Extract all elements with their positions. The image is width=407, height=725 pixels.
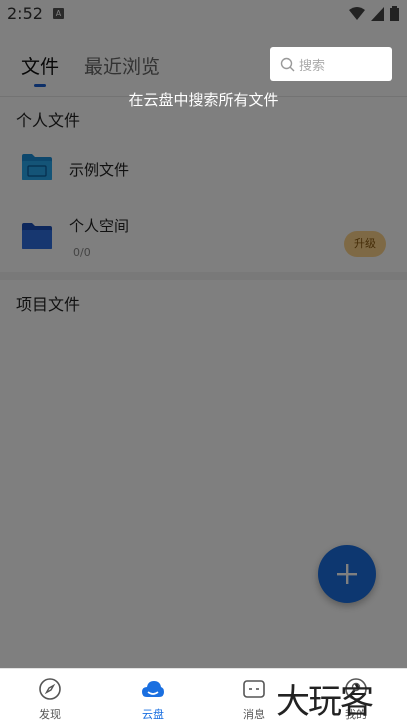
compass-icon: [39, 678, 61, 700]
guide-tooltip: 在云盘中搜索所有文件: [128, 91, 279, 109]
nav-item-discover[interactable]: 发现: [10, 669, 90, 725]
nav-label: 云盘: [142, 708, 164, 721]
search-placeholder: 搜索: [299, 58, 326, 74]
search-icon: [280, 57, 295, 71]
watermark: 大玩客: [276, 682, 374, 722]
nav-item-cloud[interactable]: 云盘: [113, 669, 193, 725]
nav-label: 发现: [39, 708, 61, 721]
cloud-icon: [142, 681, 164, 697]
screen: 2:52 A 文件 最近浏览 个人文件 示例文件 个人空间 0/0 升级 项目文…: [0, 0, 407, 725]
search-input[interactable]: 搜索: [270, 47, 392, 81]
message-icon: [243, 680, 265, 698]
